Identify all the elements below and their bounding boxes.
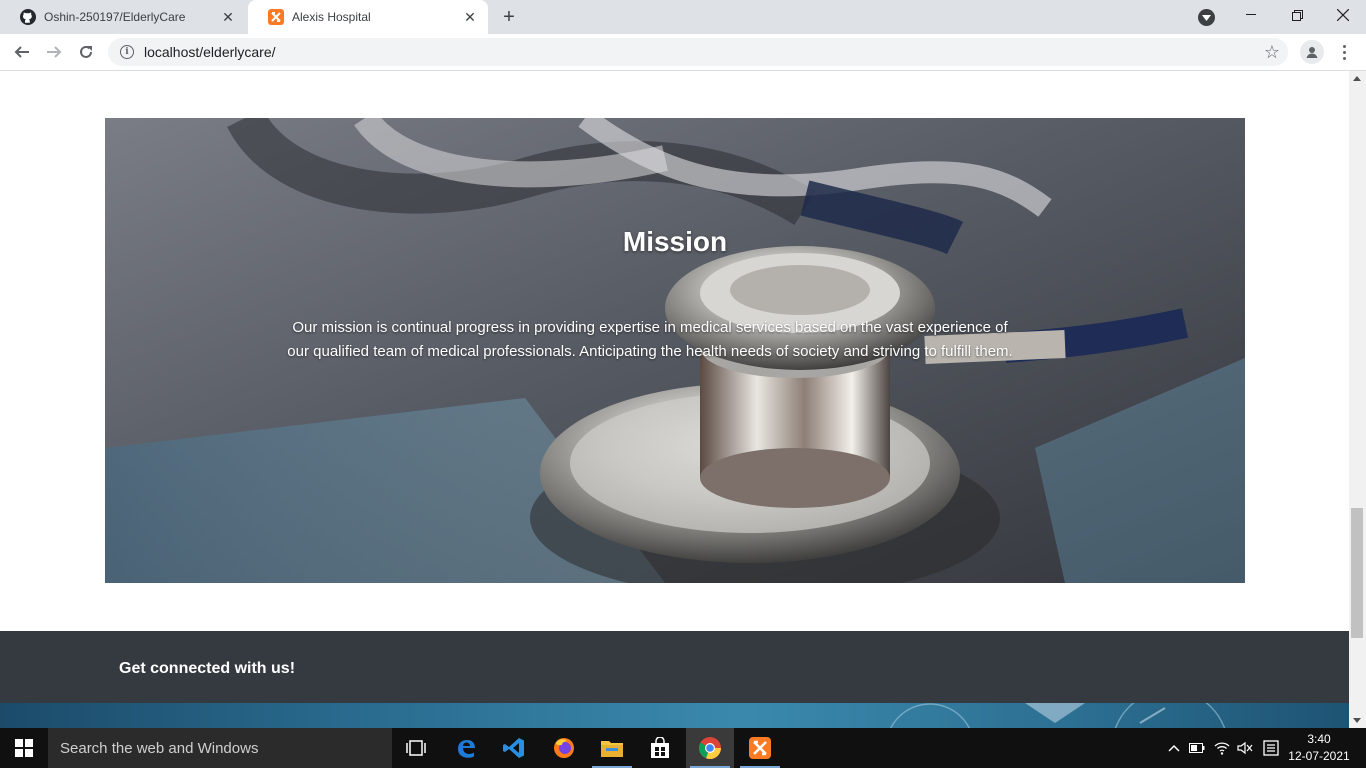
- vscode-icon[interactable]: [490, 728, 538, 768]
- wifi-icon[interactable]: [1210, 728, 1234, 768]
- tab-search-icon[interactable]: [1198, 9, 1215, 26]
- scrollbar-thumb[interactable]: [1351, 508, 1363, 638]
- show-hidden-icons-chevron-icon[interactable]: [1164, 728, 1184, 768]
- close-window-icon[interactable]: [1320, 0, 1366, 30]
- tab-strip: Oshin-250197/ElderlyCare ✕ Alexis Hospit…: [0, 0, 1366, 34]
- close-tab-icon[interactable]: ✕: [462, 9, 478, 25]
- firefox-icon[interactable]: [540, 728, 588, 768]
- volume-muted-icon[interactable]: [1234, 728, 1256, 768]
- github-icon: [20, 9, 36, 25]
- page-viewport: Mission Our mission is continual progres…: [0, 71, 1349, 728]
- clock-time: 3:40: [1307, 732, 1331, 746]
- tab-title: Alexis Hospital: [292, 10, 371, 24]
- scroll-up-arrow-icon[interactable]: [1353, 76, 1361, 81]
- new-tab-plus-icon[interactable]: +: [498, 6, 520, 28]
- taskbar-search-box[interactable]: Search the web and Windows: [48, 728, 392, 768]
- profile-avatar-icon[interactable]: [1300, 40, 1324, 64]
- social-icons-strip: [0, 703, 1349, 728]
- site-info-icon[interactable]: i: [120, 45, 134, 59]
- scroll-down-arrow-icon[interactable]: [1353, 718, 1361, 723]
- tab-title: Oshin-250197/ElderlyCare: [44, 10, 186, 24]
- store-icon[interactable]: [636, 728, 684, 768]
- tab-alexis-hospital[interactable]: Alexis Hospital ✕: [248, 0, 488, 34]
- forward-arrow-icon[interactable]: [40, 38, 68, 66]
- task-view-icon[interactable]: [392, 728, 440, 768]
- action-center-icon[interactable]: [1258, 728, 1284, 768]
- taskbar-clock[interactable]: 3:40 12-07-2021: [1288, 731, 1350, 765]
- footer: Get connected with us!: [0, 631, 1349, 703]
- xampp-icon: [268, 9, 284, 25]
- bookmark-star-icon[interactable]: ☆: [1264, 42, 1280, 62]
- mission-description: Our mission is continual progress in pro…: [287, 319, 1013, 360]
- edge-icon[interactable]: [442, 728, 490, 768]
- clock-date: 12-07-2021: [1288, 749, 1350, 763]
- page-scrollbar[interactable]: [1349, 71, 1366, 728]
- close-tab-icon[interactable]: ✕: [220, 9, 236, 25]
- windows-start-icon[interactable]: [0, 728, 48, 768]
- url-text: localhost/elderlycare/: [144, 44, 276, 60]
- file-explorer-icon[interactable]: [588, 728, 636, 768]
- tab-github[interactable]: Oshin-250197/ElderlyCare ✕: [0, 0, 246, 34]
- footer-heading: Get connected with us!: [119, 660, 296, 677]
- back-arrow-icon[interactable]: [8, 38, 36, 66]
- xampp-icon[interactable]: [736, 728, 784, 768]
- menu-kebab-icon[interactable]: [1334, 40, 1354, 64]
- windows-taskbar: Search the web and Windows 3:40 12-07-20…: [0, 728, 1366, 768]
- browser-toolbar: i localhost/elderlycare/ ☆: [0, 34, 1366, 71]
- mission-title: Mission: [622, 226, 728, 257]
- mission-banner: Mission Our mission is continual progres…: [105, 118, 1245, 583]
- reload-icon[interactable]: [72, 38, 100, 66]
- address-bar[interactable]: i localhost/elderlycare/ ☆: [108, 38, 1288, 66]
- battery-icon[interactable]: [1186, 728, 1208, 768]
- taskbar-search-placeholder: Search the web and Windows: [60, 739, 259, 757]
- minimize-icon[interactable]: [1228, 0, 1274, 30]
- chrome-icon[interactable]: [686, 728, 734, 768]
- restore-icon[interactable]: [1274, 0, 1320, 30]
